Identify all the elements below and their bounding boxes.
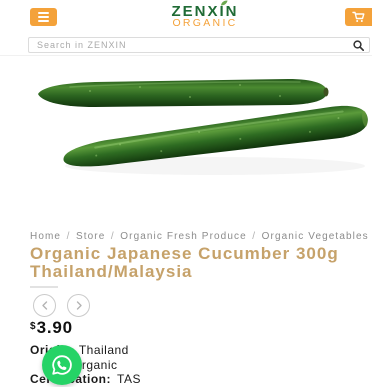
search-input[interactable] [29, 38, 349, 52]
shopping-cart-icon [352, 11, 365, 22]
title-divider [30, 286, 58, 288]
hamburger-bar [38, 20, 49, 22]
breadcrumb-separator: / [110, 231, 115, 242]
price-amount: 3.90 [36, 318, 73, 337]
hamburger-bar [38, 16, 49, 18]
breadcrumb-vegetables-link[interactable]: Organic Vegetables [262, 231, 369, 242]
breadcrumb-separator: / [252, 231, 257, 242]
search-bar [28, 37, 370, 53]
menu-button[interactable] [30, 8, 57, 26]
breadcrumb-fresh-produce-link[interactable]: Organic Fresh Produce [120, 231, 246, 242]
spec-value: Thailand [78, 343, 129, 357]
chevron-left-icon [41, 301, 47, 310]
hamburger-menu-icon [38, 12, 49, 22]
breadcrumb-store-link[interactable]: Store [76, 231, 105, 242]
cucumber-stem [323, 87, 329, 97]
breadcrumb-separator: / [66, 231, 71, 242]
hamburger-bar [38, 12, 49, 14]
whatsapp-icon [52, 355, 72, 375]
product-title: Organic Japanese Cucumber 300g Thailand/… [30, 244, 339, 281]
search-icon [352, 39, 364, 51]
gallery-next-button[interactable] [67, 294, 90, 317]
logo-tagline: ORGANIC [172, 17, 238, 29]
spec-value: TAS [117, 372, 141, 386]
site-logo[interactable]: ZENXIN ORGANIC [166, 4, 242, 29]
cart-button[interactable] [345, 8, 372, 26]
breadcrumb: Home / Store / Organic Fresh Produce / Organic… [30, 231, 372, 243]
currency-symbol: $ [30, 321, 36, 332]
chevron-right-icon [76, 301, 82, 310]
search-button[interactable] [352, 39, 364, 51]
product-price: $ 3.90 [30, 319, 73, 337]
whatsapp-chat-button[interactable] [42, 345, 82, 385]
gallery-prev-button[interactable] [33, 294, 56, 317]
breadcrumb-home-link[interactable]: Home [30, 231, 61, 242]
product-image[interactable] [0, 56, 372, 224]
cucumber-upper [38, 79, 329, 107]
